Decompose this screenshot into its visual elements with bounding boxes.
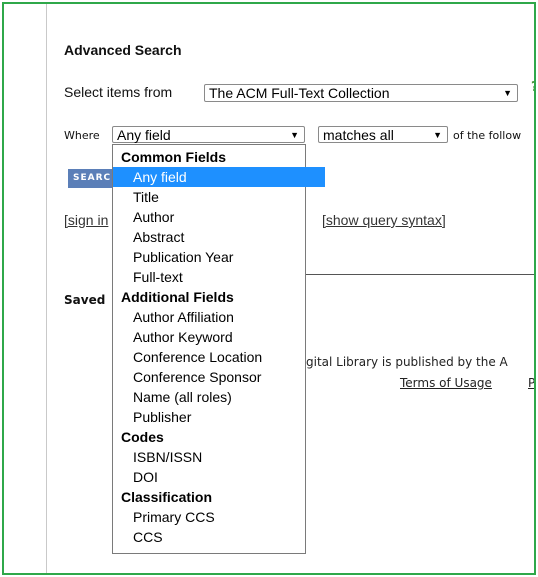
match-select[interactable]: matches all ▼ <box>318 126 448 143</box>
option-author-affiliation[interactable]: Author Affiliation <box>113 307 325 327</box>
option-publication-year[interactable]: Publication Year <box>113 247 325 267</box>
help-mark-icon: ? <box>531 80 534 95</box>
search-button[interactable]: SEARC <box>68 169 114 188</box>
option-name-all-roles[interactable]: Name (all roles) <box>113 387 325 407</box>
screenshot-frame: Advanced Search Select items from The AC… <box>2 2 536 575</box>
sign-in-link[interactable]: [sign in <box>64 212 108 228</box>
saved-searches-label: Saved <box>64 293 106 307</box>
show-query-syntax-link[interactable]: [show query syntax] <box>322 212 446 228</box>
option-publisher[interactable]: Publisher <box>113 407 325 427</box>
option-group: Classification <box>121 489 213 505</box>
option-doi[interactable]: DOI <box>113 467 325 487</box>
option-conference-sponsor[interactable]: Conference Sponsor <box>113 367 325 387</box>
footer-text: gital Library is published by the A <box>306 355 508 369</box>
page-title: Advanced Search <box>64 42 182 58</box>
field-select-value: Any field <box>117 127 171 143</box>
field-select[interactable]: Any field ▼ <box>112 126 305 143</box>
option-group: Additional Fields <box>121 289 234 305</box>
option-full-text[interactable]: Full-text <box>113 267 325 287</box>
terms-of-usage-link[interactable]: Terms of Usage <box>400 376 492 390</box>
option-conference-location[interactable]: Conference Location <box>113 347 325 367</box>
option-group: Codes <box>121 429 164 445</box>
option-primary-ccs[interactable]: Primary CCS <box>113 507 325 527</box>
collection-select-value: The ACM Full-Text Collection <box>209 85 390 101</box>
following-label: of the follow <box>453 129 522 142</box>
collection-label: Select items from <box>64 84 173 100</box>
where-label: Where <box>64 129 100 142</box>
option-isbn-issn[interactable]: ISBN/ISSN <box>113 447 325 467</box>
option-author[interactable]: Author <box>113 207 325 227</box>
privacy-link[interactable]: Pr <box>528 376 534 390</box>
option-any-field[interactable]: Any field <box>113 167 325 187</box>
collection-select[interactable]: The ACM Full-Text Collection ▼ <box>204 84 518 102</box>
option-title[interactable]: Title <box>113 187 325 207</box>
chevron-down-icon: ▼ <box>290 130 299 140</box>
divider <box>304 274 534 275</box>
option-author-keyword[interactable]: Author Keyword <box>113 327 325 347</box>
option-group: Common Fields <box>121 149 227 165</box>
option-abstract[interactable]: Abstract <box>113 227 325 247</box>
chevron-down-icon: ▼ <box>433 130 442 140</box>
option-ccs[interactable]: CCS <box>113 527 325 547</box>
chevron-down-icon: ▼ <box>503 88 512 98</box>
match-select-value: matches all <box>323 127 394 143</box>
field-dropdown-list: Common Fields Any field Title Author Abs… <box>112 144 325 554</box>
